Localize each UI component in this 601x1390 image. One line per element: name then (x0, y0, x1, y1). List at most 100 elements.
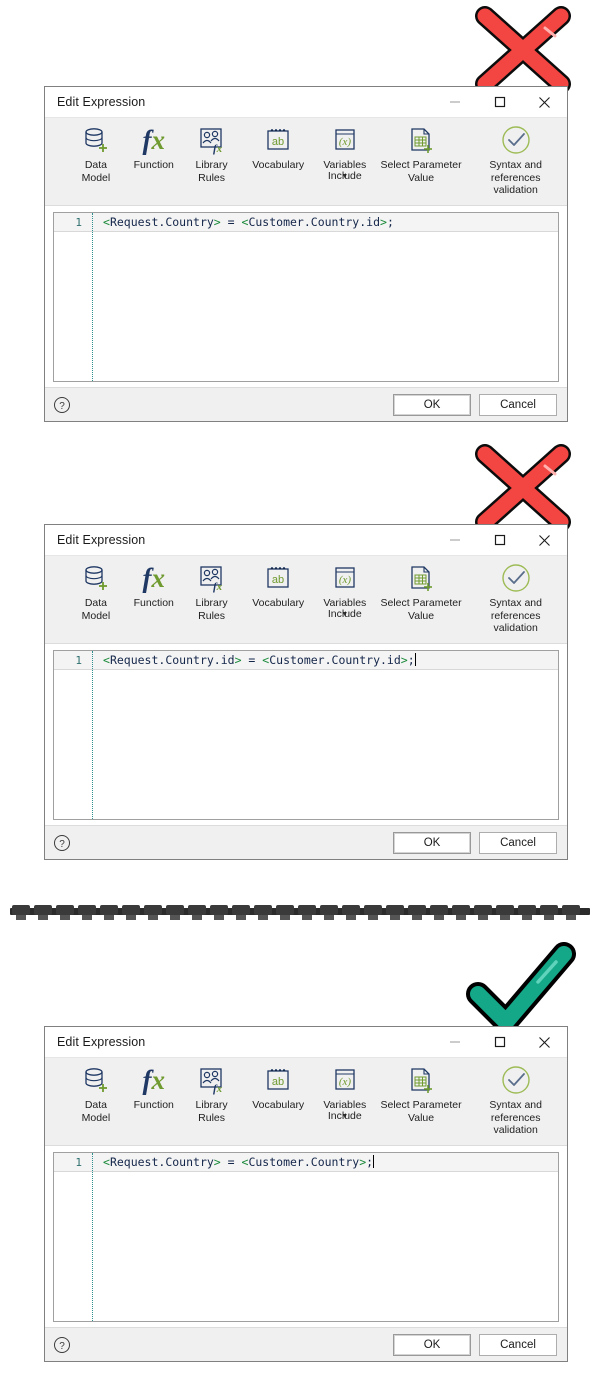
ribbon-sublabel-include: Include (327, 169, 362, 182)
edit-expression-dialog-1[interactable]: Edit Expression Data Model fx Function f… (44, 86, 568, 422)
dialog-footer: ? OK Cancel (45, 825, 567, 859)
maximize-icon[interactable] (477, 87, 522, 117)
code-line[interactable]: 1 <Request.Country> = <Customer.Country>… (54, 1153, 558, 1172)
edit-expression-dialog-3[interactable]: Edit Expression Data Model fx Function f… (44, 1026, 568, 1362)
svg-text:ab: ab (272, 1076, 284, 1088)
editor-container: 1 <Request.Country> = <Customer.Country.… (45, 206, 567, 387)
page-title: Edit Expression (57, 95, 146, 109)
footer-buttons: OK Cancel (393, 831, 557, 854)
ribbon-label: Select Parameter Value (380, 1099, 462, 1124)
ok-button[interactable]: OK (393, 831, 471, 854)
cancel-button[interactable]: Cancel (479, 393, 557, 416)
ribbon-item-variables[interactable]: (x) Variables ▼ Include (316, 562, 374, 620)
spiral-binding-divider (10, 905, 590, 920)
svg-text:(x): (x) (339, 136, 352, 148)
select-parameter-value-icon (406, 1064, 436, 1096)
ribbon-item-validation[interactable]: Syntax and references validation (468, 562, 563, 635)
close-icon[interactable] (522, 1027, 567, 1057)
ribbon-item-library-rules[interactable]: fx Library Rules (183, 562, 241, 622)
code-editor[interactable]: 1 <Request.Country.id> = <Customer.Count… (53, 650, 559, 820)
ribbon-item-select-parameter-value[interactable]: Select Parameter Value (374, 562, 469, 622)
ribbon-item-data-model[interactable]: Data Model (67, 1064, 125, 1124)
page-title: Edit Expression (57, 1035, 146, 1049)
ribbon-label: Syntax and references validation (489, 1099, 542, 1136)
code-editor[interactable]: 1 <Request.Country> = <Customer.Country>… (53, 1152, 559, 1322)
cancel-button[interactable]: Cancel (479, 831, 557, 854)
dialog-footer: ? OK Cancel (45, 387, 567, 421)
line-number: 1 (75, 653, 82, 667)
close-icon[interactable] (522, 87, 567, 117)
ok-button[interactable]: OK (393, 393, 471, 416)
line-number: 1 (75, 1155, 82, 1169)
vocabulary-ab-icon: ab (263, 1064, 293, 1096)
ribbon-label: Function (133, 597, 174, 609)
ribbon-label: Function (133, 1099, 174, 1111)
variables-x-icon: (x) (330, 1064, 360, 1096)
ribbon-item-function[interactable]: fx Function (125, 562, 183, 610)
svg-text:ab: ab (272, 574, 284, 586)
edit-expression-dialog-2[interactable]: Edit Expression Data Model fx Function f… (44, 524, 568, 860)
ribbon-item-vocabulary[interactable]: ab Vocabulary (241, 1064, 316, 1112)
text-cursor (414, 653, 416, 666)
ribbon-label: Select Parameter Value (380, 597, 462, 622)
ribbon-item-library-rules[interactable]: fx Library Rules (183, 124, 241, 184)
validation-check-icon (500, 1064, 532, 1096)
ribbon-item-function[interactable]: fx Function (125, 124, 183, 172)
ribbon-item-vocabulary[interactable]: ab Vocabulary (241, 562, 316, 610)
maximize-icon[interactable] (477, 525, 522, 555)
ribbon-item-function[interactable]: fx Function (125, 1064, 183, 1112)
svg-text:?: ? (59, 401, 65, 412)
ribbon-item-variables[interactable]: (x) Variables ▼ Include (316, 124, 374, 182)
ribbon-label: Vocabulary (252, 1099, 305, 1111)
vocabulary-ab-icon: ab (263, 124, 293, 156)
code-text[interactable]: <Request.Country> = <Customer.Country.id… (87, 215, 394, 229)
ribbon-item-variables[interactable]: (x) Variables ▼ Include (316, 1064, 374, 1122)
maximize-icon[interactable] (477, 1027, 522, 1057)
minimize-icon[interactable] (432, 87, 477, 117)
close-icon[interactable] (522, 525, 567, 555)
ribbon-item-data-model[interactable]: Data Model (67, 562, 125, 622)
ribbon-label: Data Model (81, 159, 111, 184)
ribbon-item-library-rules[interactable]: fx Library Rules (183, 1064, 241, 1124)
ribbon-toolbar: Data Model fx Function fx Library Rules (45, 118, 567, 206)
help-icon[interactable]: ? (53, 396, 71, 414)
ribbon-item-validation[interactable]: Syntax and references validation (468, 1064, 563, 1137)
wrong-mark-icon-2 (475, 444, 571, 532)
titlebar: Edit Expression (45, 87, 567, 118)
code-text[interactable]: <Request.Country.id> = <Customer.Country… (87, 653, 416, 667)
dialog-footer: ? OK Cancel (45, 1327, 567, 1361)
svg-text:fx: fx (213, 143, 223, 155)
ribbon-item-validation[interactable]: Syntax and references validation (468, 124, 563, 197)
code-line[interactable]: 1 <Request.Country.id> = <Customer.Count… (54, 651, 558, 670)
ok-button[interactable]: OK (393, 1333, 471, 1356)
svg-text:(x): (x) (339, 1076, 352, 1088)
variables-x-icon: (x) (330, 124, 360, 156)
ribbon-label: Library Rules (195, 159, 228, 184)
footer-buttons: OK Cancel (393, 393, 557, 416)
data-model-icon (81, 124, 111, 156)
ribbon-label: Data Model (81, 597, 111, 622)
code-text[interactable]: <Request.Country> = <Customer.Country>; (87, 1155, 375, 1169)
help-icon[interactable]: ? (53, 834, 71, 852)
svg-text:fx: fx (213, 1083, 223, 1095)
ribbon-label: Vocabulary (252, 597, 305, 609)
cancel-button[interactable]: Cancel (479, 1333, 557, 1356)
ribbon-item-vocabulary[interactable]: ab Vocabulary (241, 124, 316, 172)
select-parameter-value-icon (406, 562, 436, 594)
code-editor[interactable]: 1 <Request.Country> = <Customer.Country.… (53, 212, 559, 382)
minimize-icon[interactable] (432, 525, 477, 555)
help-icon[interactable]: ? (53, 1336, 71, 1354)
indent-guide (92, 651, 93, 819)
ribbon-label: Library Rules (195, 1099, 228, 1124)
ribbon-item-select-parameter-value[interactable]: Select Parameter Value (374, 124, 469, 184)
code-line[interactable]: 1 <Request.Country> = <Customer.Country.… (54, 213, 558, 232)
svg-text:?: ? (59, 839, 65, 850)
ribbon-item-data-model[interactable]: Data Model (67, 124, 125, 184)
ribbon-item-select-parameter-value[interactable]: Select Parameter Value (374, 1064, 469, 1124)
ribbon-sublabel-include: Include (327, 1109, 362, 1122)
text-cursor (373, 1155, 375, 1168)
minimize-icon[interactable] (432, 1027, 477, 1057)
window-controls (432, 87, 567, 117)
correct-mark-icon (466, 942, 576, 1034)
library-rules-icon: fx (197, 1064, 227, 1096)
